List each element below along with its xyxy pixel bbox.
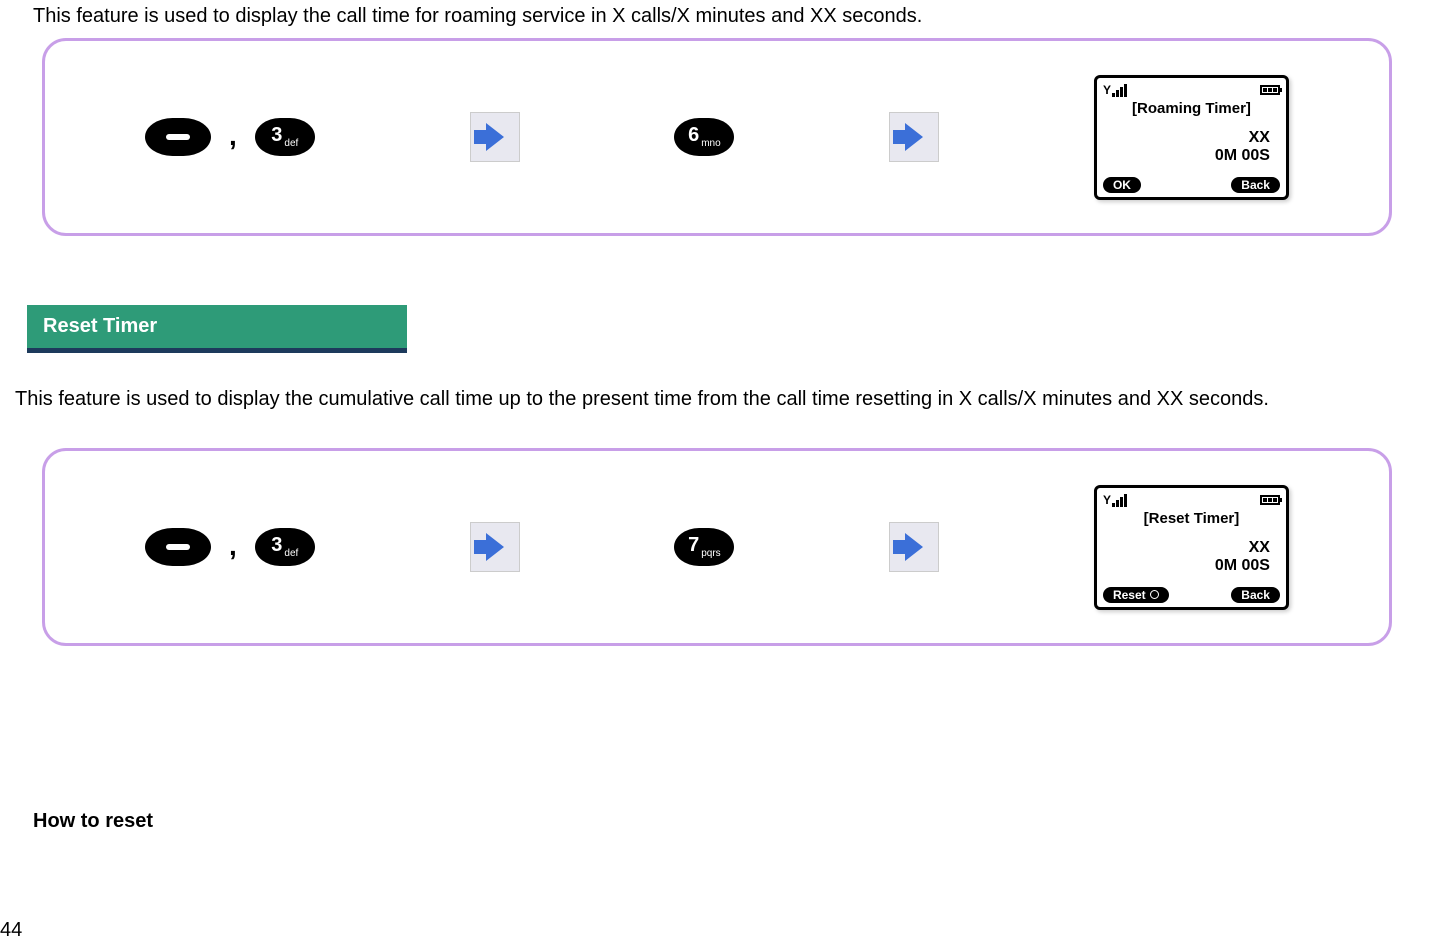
key-3-icon: 3 def <box>255 528 315 566</box>
key-sequence-2: , 3 def <box>145 528 315 566</box>
diagram-content: , 3 def 6 mno Y <box>85 75 1349 200</box>
battery-icon <box>1260 495 1280 505</box>
screen-line-1: XX <box>1103 129 1270 147</box>
signal-bars-icon <box>1112 494 1127 507</box>
key-letters: pqrs <box>701 548 720 559</box>
signal-bars-icon <box>1112 84 1127 97</box>
reset-timer-description: This feature is used to display the cumu… <box>15 388 1269 411</box>
comma-separator: , <box>229 120 237 156</box>
soft-key-icon <box>145 528 211 566</box>
section-header-reset-timer: Reset Timer <box>27 305 407 353</box>
softkey-back: Back <box>1231 587 1280 603</box>
roaming-timer-diagram: , 3 def 6 mno Y <box>42 38 1392 236</box>
arrow-icon <box>889 522 939 572</box>
signal-icon: Y <box>1103 83 1111 97</box>
screen-title: [Reset Timer] <box>1103 510 1280 527</box>
intro-text: This feature is used to display the call… <box>33 5 922 28</box>
key-3-icon: 3 def <box>255 118 315 156</box>
phone-screen-roaming: Y [Roaming Timer] XX 0M 00S OK Back <box>1094 75 1289 200</box>
how-to-reset-heading: How to reset <box>33 810 153 833</box>
softkey-reset: Reset <box>1103 587 1169 603</box>
key-letters: def <box>284 138 298 149</box>
reset-timer-diagram: , 3 def 7 pqrs Y <box>42 448 1392 646</box>
screen-softkeys: Reset Back <box>1103 587 1280 603</box>
arrow-icon <box>470 522 520 572</box>
key-digit: 3 <box>271 534 282 557</box>
battery-icon <box>1260 85 1280 95</box>
phone-screen-reset: Y [Reset Timer] XX 0M 00S Reset Back <box>1094 485 1289 610</box>
arrow-icon <box>889 112 939 162</box>
screen-line-2: 0M 00S <box>1103 557 1270 575</box>
screen-line-2: 0M 00S <box>1103 147 1270 165</box>
key-letters: mno <box>701 138 720 149</box>
screen-title: [Roaming Timer] <box>1103 100 1280 117</box>
diagram-content: , 3 def 7 pqrs Y <box>85 485 1349 610</box>
screen-body: XX 0M 00S <box>1103 117 1280 177</box>
key-letters: def <box>284 548 298 559</box>
soft-key-icon <box>145 118 211 156</box>
screen-softkeys: OK Back <box>1103 177 1280 193</box>
key-digit: 3 <box>271 124 282 147</box>
arrow-icon <box>470 112 520 162</box>
softkey-ok: OK <box>1103 177 1141 193</box>
comma-separator: , <box>229 530 237 566</box>
screen-line-1: XX <box>1103 539 1270 557</box>
key-digit: 7 <box>688 534 699 557</box>
key-6-icon: 6 mno <box>674 118 734 156</box>
signal-icon: Y <box>1103 493 1111 507</box>
screen-status-bar: Y <box>1103 492 1280 508</box>
screen-body: XX 0M 00S <box>1103 527 1280 587</box>
page-number: 44 <box>0 919 22 942</box>
key-7-icon: 7 pqrs <box>674 528 734 566</box>
screen-status-bar: Y <box>1103 82 1280 98</box>
softkey-back: Back <box>1231 177 1280 193</box>
key-sequence-1: , 3 def <box>145 118 315 156</box>
key-digit: 6 <box>688 124 699 147</box>
